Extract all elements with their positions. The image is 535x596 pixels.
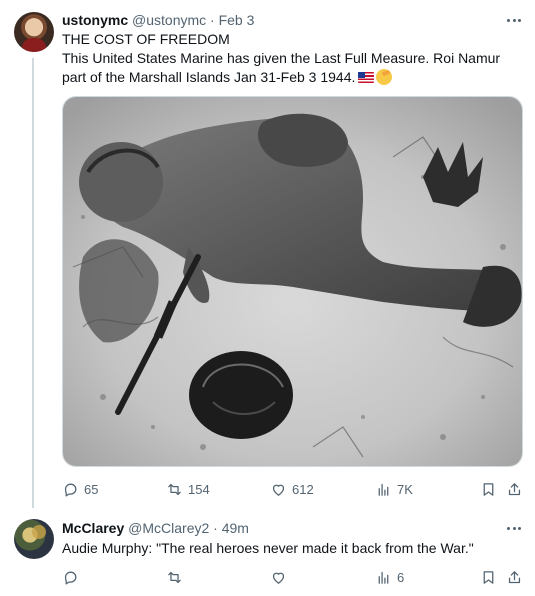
timestamp[interactable]: Feb 3 [219,12,255,28]
author-name[interactable]: McClarey [62,520,124,536]
tweet-header: McClarey @McClarey2 · 49m [62,519,249,537]
thread-connector-line [32,58,34,508]
author-handle[interactable]: @McClarey2 [128,520,209,536]
author-name[interactable]: ustonymc [62,12,128,28]
share-button[interactable] [506,478,523,500]
tweet-text: Audie Murphy: "The real heroes never mad… [62,539,522,558]
views-button[interactable]: 7K [375,478,413,500]
bookmark-button[interactable] [480,566,497,588]
photo-image [63,97,522,466]
avatar[interactable] [14,12,54,52]
tweet-body-text: This United States Marine has given the … [62,50,501,85]
reply-icon [64,483,77,497]
us-flag-icon [358,72,375,83]
views-count: 7K [397,481,413,497]
views-button[interactable]: 6 [375,566,404,588]
tweet-actions: 6 [62,566,524,588]
like-icon [272,484,285,496]
bookmark-button[interactable] [480,478,497,500]
share-icon [508,570,521,583]
like-icon [272,572,285,584]
reply-button[interactable] [62,566,79,588]
more-icon[interactable] [507,11,521,29]
tweet-header: ustonymc @ustonymc · Feb 3 [62,11,254,29]
more-icon[interactable] [507,519,521,537]
views-icon [378,571,389,584]
views-icon [378,483,389,496]
like-button[interactable]: 612 [270,478,314,500]
tweet-title-line: THE COST OF FREEDOM [62,31,230,47]
views-count: 6 [397,569,405,585]
reply-icon [64,571,77,585]
repost-button[interactable]: 154 [166,478,210,500]
tweet-text: THE COST OF FREEDOM This United States M… [62,30,522,87]
repost-count: 154 [188,481,210,497]
avatar[interactable] [14,519,54,559]
like-count: 612 [292,481,314,497]
like-button[interactable] [270,566,287,588]
bookmark-icon [483,482,494,496]
separator-dot: · [213,520,218,536]
author-handle[interactable]: @ustonymc [132,12,206,28]
tweet-actions: 65 154 612 7K [62,478,524,500]
tweet-body-text: Audie Murphy: "The real heroes never mad… [62,540,474,556]
repost-icon [168,483,181,495]
tweet-body: This United States Marine has given the … [62,49,522,87]
bookmark-icon [483,570,494,584]
separator-dot: · [210,12,215,28]
share-button[interactable] [506,566,523,588]
reply-button[interactable]: 65 [62,478,98,500]
saluting-face-icon [376,69,393,85]
tweet-photo[interactable] [62,96,523,467]
timestamp[interactable]: 49m [222,520,249,536]
share-icon [508,482,521,495]
reply-count: 65 [84,481,99,497]
repost-button[interactable] [166,566,183,588]
repost-icon [168,571,181,583]
